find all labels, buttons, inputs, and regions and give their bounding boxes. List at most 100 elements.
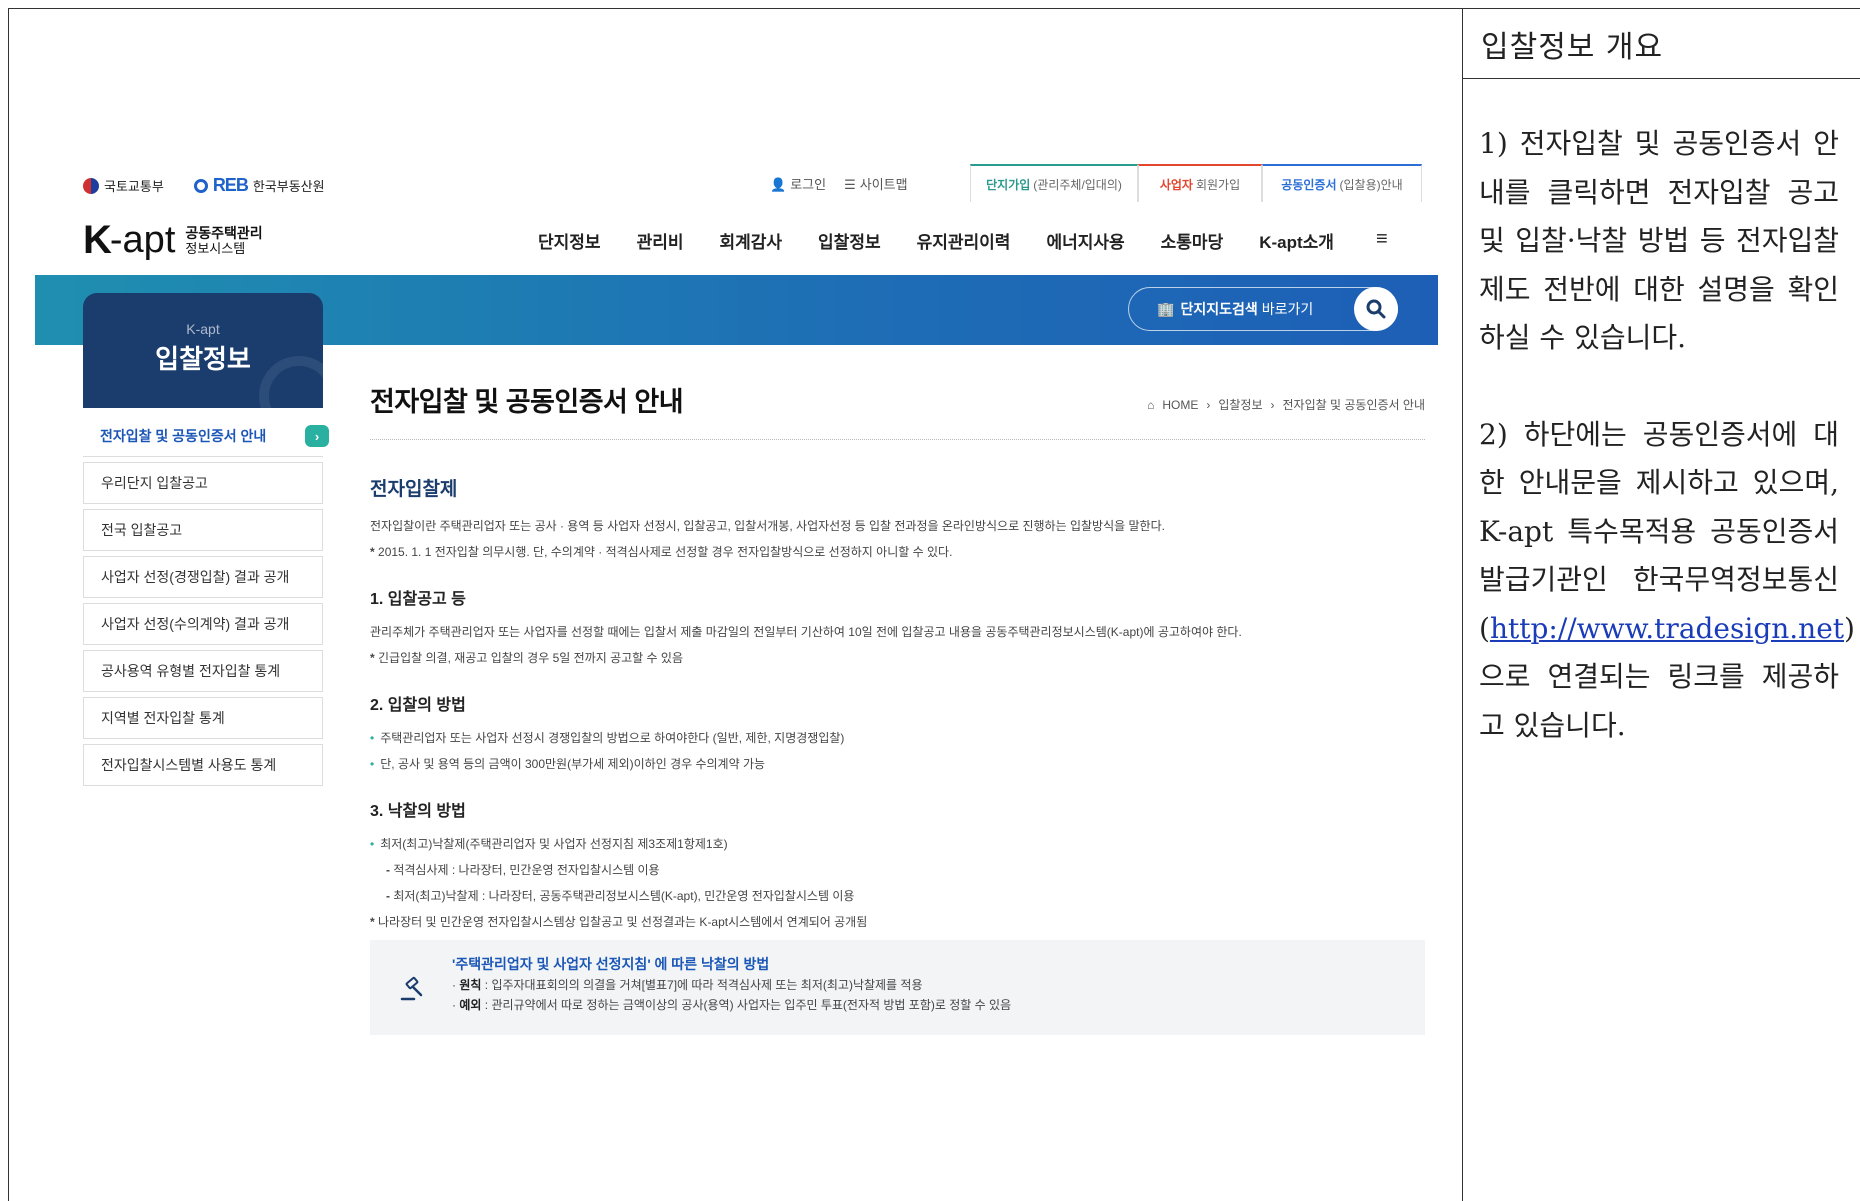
sidebar-item-label: 공사용역 유형별 전자입찰 통계 <box>101 663 281 679</box>
nav-bid-info[interactable]: 입찰정보 <box>818 228 881 253</box>
breadcrumb-current: 전자입찰 및 공동인증서 안내 <box>1282 398 1425 412</box>
sidebar-item-national-bids[interactable]: 전국 입찰공고 <box>83 509 323 551</box>
bid-notice-text: 관리주체가 주택관리업자 또는 사업자를 선정할 때에는 입찰서 제출 마감일의… <box>370 625 1242 639</box>
hamburger-menu-icon[interactable]: ≡ <box>1376 228 1388 253</box>
search-icon <box>1366 299 1386 319</box>
sidebar-item-label: 우리단지 입찰공고 <box>101 475 208 491</box>
nav-management-fee[interactable]: 관리비 <box>637 228 684 253</box>
sidebar-item-label: 전자입찰시스템별 사용도 통계 <box>101 757 277 773</box>
section-title: 전자입찰제 <box>370 479 458 500</box>
heading-bid-notice: 1. 입찰공고 등 <box>370 591 466 608</box>
nav-audit[interactable]: 회계감사 <box>719 228 782 253</box>
user-icon: 👤 <box>770 177 787 192</box>
sitemap-link[interactable]: ☰ 사이트맵 <box>844 174 908 193</box>
sidebar-item-competitive-results[interactable]: 사업자 선정(경쟁입찰) 결과 공개 <box>83 556 323 598</box>
breadcrumb-bid-info[interactable]: 입찰정보 <box>1218 396 1262 413</box>
logo-subtitle: 공동주택관리 정보시스템 <box>185 224 263 256</box>
exception-label: 예외 <box>459 998 482 1012</box>
sidebar-item-private-contract-results[interactable]: 사업자 선정(수의계약) 결과 공개 <box>83 603 323 645</box>
chevron-right-icon: › <box>1206 397 1211 412</box>
logo-sub1: 공동주택관리 <box>185 224 263 241</box>
bid-method-item: 주택관리업자 또는 사업자 선정시 경쟁입찰의 방법으로 하여야한다 (일반, … <box>370 725 1425 751</box>
building-icon: 🏢 <box>1157 300 1175 317</box>
para2-pre: 2) 하단에는 공동인증서에 대한 안내문을 제시하고 있으며, K-apt 특… <box>1479 417 1839 645</box>
title-divider <box>370 439 1425 440</box>
main-nav: 단지정보 관리비 회계감사 입찰정보 유지관리이력 에너지사용 소통마당 K-a… <box>538 228 1424 253</box>
bid-method-item: 단, 공사 및 용역 등의 금액이 300만원(부가세 제외)이하인 경우 수의… <box>370 751 1425 777</box>
tab-sub: 회원가입 <box>1195 177 1241 192</box>
reb-logo[interactable]: REB 한국부동산원 <box>193 175 325 196</box>
logo-k: K <box>83 218 112 262</box>
login-link[interactable]: 👤 로그인 <box>770 174 826 193</box>
sidebar-item-our-complex-bids[interactable]: 우리단지 입찰공고 <box>83 462 323 504</box>
heading-bid-method: 2. 입찰의 방법 <box>370 697 466 714</box>
info-box-exception: · 예외 : 관리규약에서 따로 정하는 금액이상의 공사(용역) 사업자는 입… <box>452 998 1012 1012</box>
reb-brand: REB <box>212 175 249 195</box>
right-panel-title: 입찰정보 개요 <box>1481 30 1664 65</box>
nav-community[interactable]: 소통마당 <box>1161 228 1224 253</box>
nav-maintenance-history[interactable]: 유지관리이력 <box>917 228 1011 253</box>
logo-apt: -apt <box>109 219 176 261</box>
login-label: 로그인 <box>790 177 827 192</box>
award-method-note: 나라장터 및 민간운영 전자입찰시스템상 입찰공고 및 선정결과는 K-apt시… <box>370 909 1425 935</box>
tab-complex-join[interactable]: 단지가입 (관리주체/입대의) <box>970 164 1138 202</box>
sidebar-header: K-apt 입찰정보 <box>83 293 323 408</box>
description-para-2: 2) 하단에는 공동인증서에 대한 안내문을 제시하고 있으며, K-apt 특… <box>1479 411 1855 751</box>
utility-links: 👤 로그인 ☰ 사이트맵 <box>770 174 908 193</box>
tab-strong: 사업자 <box>1159 177 1193 192</box>
tab-business-join[interactable]: 사업자 회원가입 <box>1138 164 1262 202</box>
home-icon: ⌂ <box>1147 397 1155 412</box>
tab-strong: 단지가입 <box>986 177 1031 192</box>
tradesign-link[interactable]: http://www.tradesign.net <box>1490 612 1844 645</box>
reb-mark-icon <box>193 178 208 193</box>
description-para-1: 1) 전자입찰 및 공동인증서 안내를 클릭하면 전자입찰 공고 및 입찰·낙찰… <box>1479 127 1839 354</box>
list-icon: ☰ <box>844 177 856 192</box>
intro-note: 2015. 1. 1 전자입찰 의무시행. 단, 수의계약 · 적격심사제로 선… <box>370 539 1425 565</box>
top-tabs: 단지가입 (관리주체/입대의) 사업자 회원가입 공동인증서 (입찰용)안내 <box>970 164 1422 202</box>
award-method-subitem: 최저(최고)낙찰제 : 나라장터, 공동주택관리정보시스템(K-apt), 민간… <box>370 883 1425 909</box>
sitemap-label: 사이트맵 <box>859 177 908 192</box>
heading-award-method: 3. 낙찰의 방법 <box>370 803 466 820</box>
exception-text: : 관리규약에서 따로 정하는 금액이상의 공사(용역) 사업자는 입주민 투표… <box>481 998 1012 1012</box>
sidebar-menu: 전자입찰 및 공동인증서 안내 › 우리단지 입찰공고 전국 입찰공고 사업자 선… <box>83 415 329 791</box>
guideline-info-box: '주택관리업자 및 사업자 선정지침' 에 따른 낙찰의 방법 · 원칙 : 입… <box>370 940 1425 1035</box>
bid-notice-note: 긴급입찰 의결, 재공고 입찰의 경우 5일 전까지 공고할 수 있음 <box>370 645 1425 671</box>
right-panel-description: 1) 전자입찰 및 공동인증서 안내를 클릭하면 전자입찰 공고 및 입찰·낙찰… <box>1479 120 1855 751</box>
award-method-item: 최저(최고)낙찰제(주택관리업자 및 사업자 선정지침 제3조제1항제1호) <box>370 831 1425 857</box>
molit-logo[interactable]: 국토교통부 <box>83 176 164 195</box>
column-divider <box>1462 8 1463 1201</box>
tab-certificate-guide[interactable]: 공동인증서 (입찰용)안내 <box>1262 164 1422 202</box>
tab-strong: 공동인증서 <box>1281 177 1337 192</box>
principle-label: 원칙 <box>459 978 482 992</box>
kapt-site-screenshot: 국토교통부 REB 한국부동산원 👤 로그인 ☰ 사이트맵 단지가입 (관리주체/입대… <box>35 150 1438 1050</box>
chevron-right-icon: › <box>305 425 329 447</box>
tab-sub: (관리주체/입대의) <box>1033 177 1122 192</box>
sidebar-header-small: K-apt <box>186 321 220 337</box>
chevron-right-icon: › <box>1270 397 1275 412</box>
info-box-principle: · 원칙 : 입주자대표회의의 의결을 거쳐[별표7]에 따라 적격심사제 또는… <box>452 978 923 992</box>
logo-sub2: 정보시스템 <box>185 240 246 256</box>
sidebar-item-type-stats[interactable]: 공사용역 유형별 전자입찰 통계 <box>83 650 323 692</box>
gov-logos: 국토교통부 REB 한국부동산원 <box>83 175 325 196</box>
sidebar-item-system-stats[interactable]: 전자입찰시스템별 사용도 통계 <box>83 744 323 786</box>
nav-complex-info[interactable]: 단지정보 <box>538 228 601 253</box>
reb-label: 한국부동산원 <box>252 179 325 194</box>
sidebar-item-label: 사업자 선정(수의계약) 결과 공개 <box>101 616 290 632</box>
tab-sub: (입찰용)안내 <box>1339 177 1403 192</box>
map-search-strong: 단지지도검색 <box>1180 301 1258 317</box>
sidebar-item-label: 사업자 선정(경쟁입찰) 결과 공개 <box>101 569 290 585</box>
sidebar-item-label: 전국 입찰공고 <box>101 522 183 538</box>
info-box-title: '주택관리업자 및 사업자 선정지침' 에 따른 낙찰의 방법 <box>452 956 770 972</box>
sidebar-item-label: 지역별 전자입찰 통계 <box>101 710 225 726</box>
search-button[interactable] <box>1354 287 1398 331</box>
main-content: 전자입찰 및 공동인증서 안내 ⌂ HOME › 입찰정보 › 전자입찰 및 공… <box>370 380 1425 935</box>
sidebar-item-region-stats[interactable]: 지역별 전자입찰 통계 <box>83 697 323 739</box>
nav-about[interactable]: K-apt소개 <box>1259 228 1334 253</box>
sidebar-item-label: 전자입찰 및 공동인증서 안내 <box>100 427 267 444</box>
gavel-icon <box>400 976 423 1001</box>
kapt-logo[interactable]: K -apt 공동주택관리 정보시스템 <box>83 218 263 263</box>
breadcrumb: ⌂ HOME › 입찰정보 › 전자입찰 및 공동인증서 안내 <box>1147 396 1425 413</box>
sidebar-item-e-bid-guide[interactable]: 전자입찰 및 공동인증서 안내 › <box>83 415 329 457</box>
nav-energy[interactable]: 에너지사용 <box>1046 228 1124 253</box>
breadcrumb-home[interactable]: HOME <box>1162 398 1198 412</box>
